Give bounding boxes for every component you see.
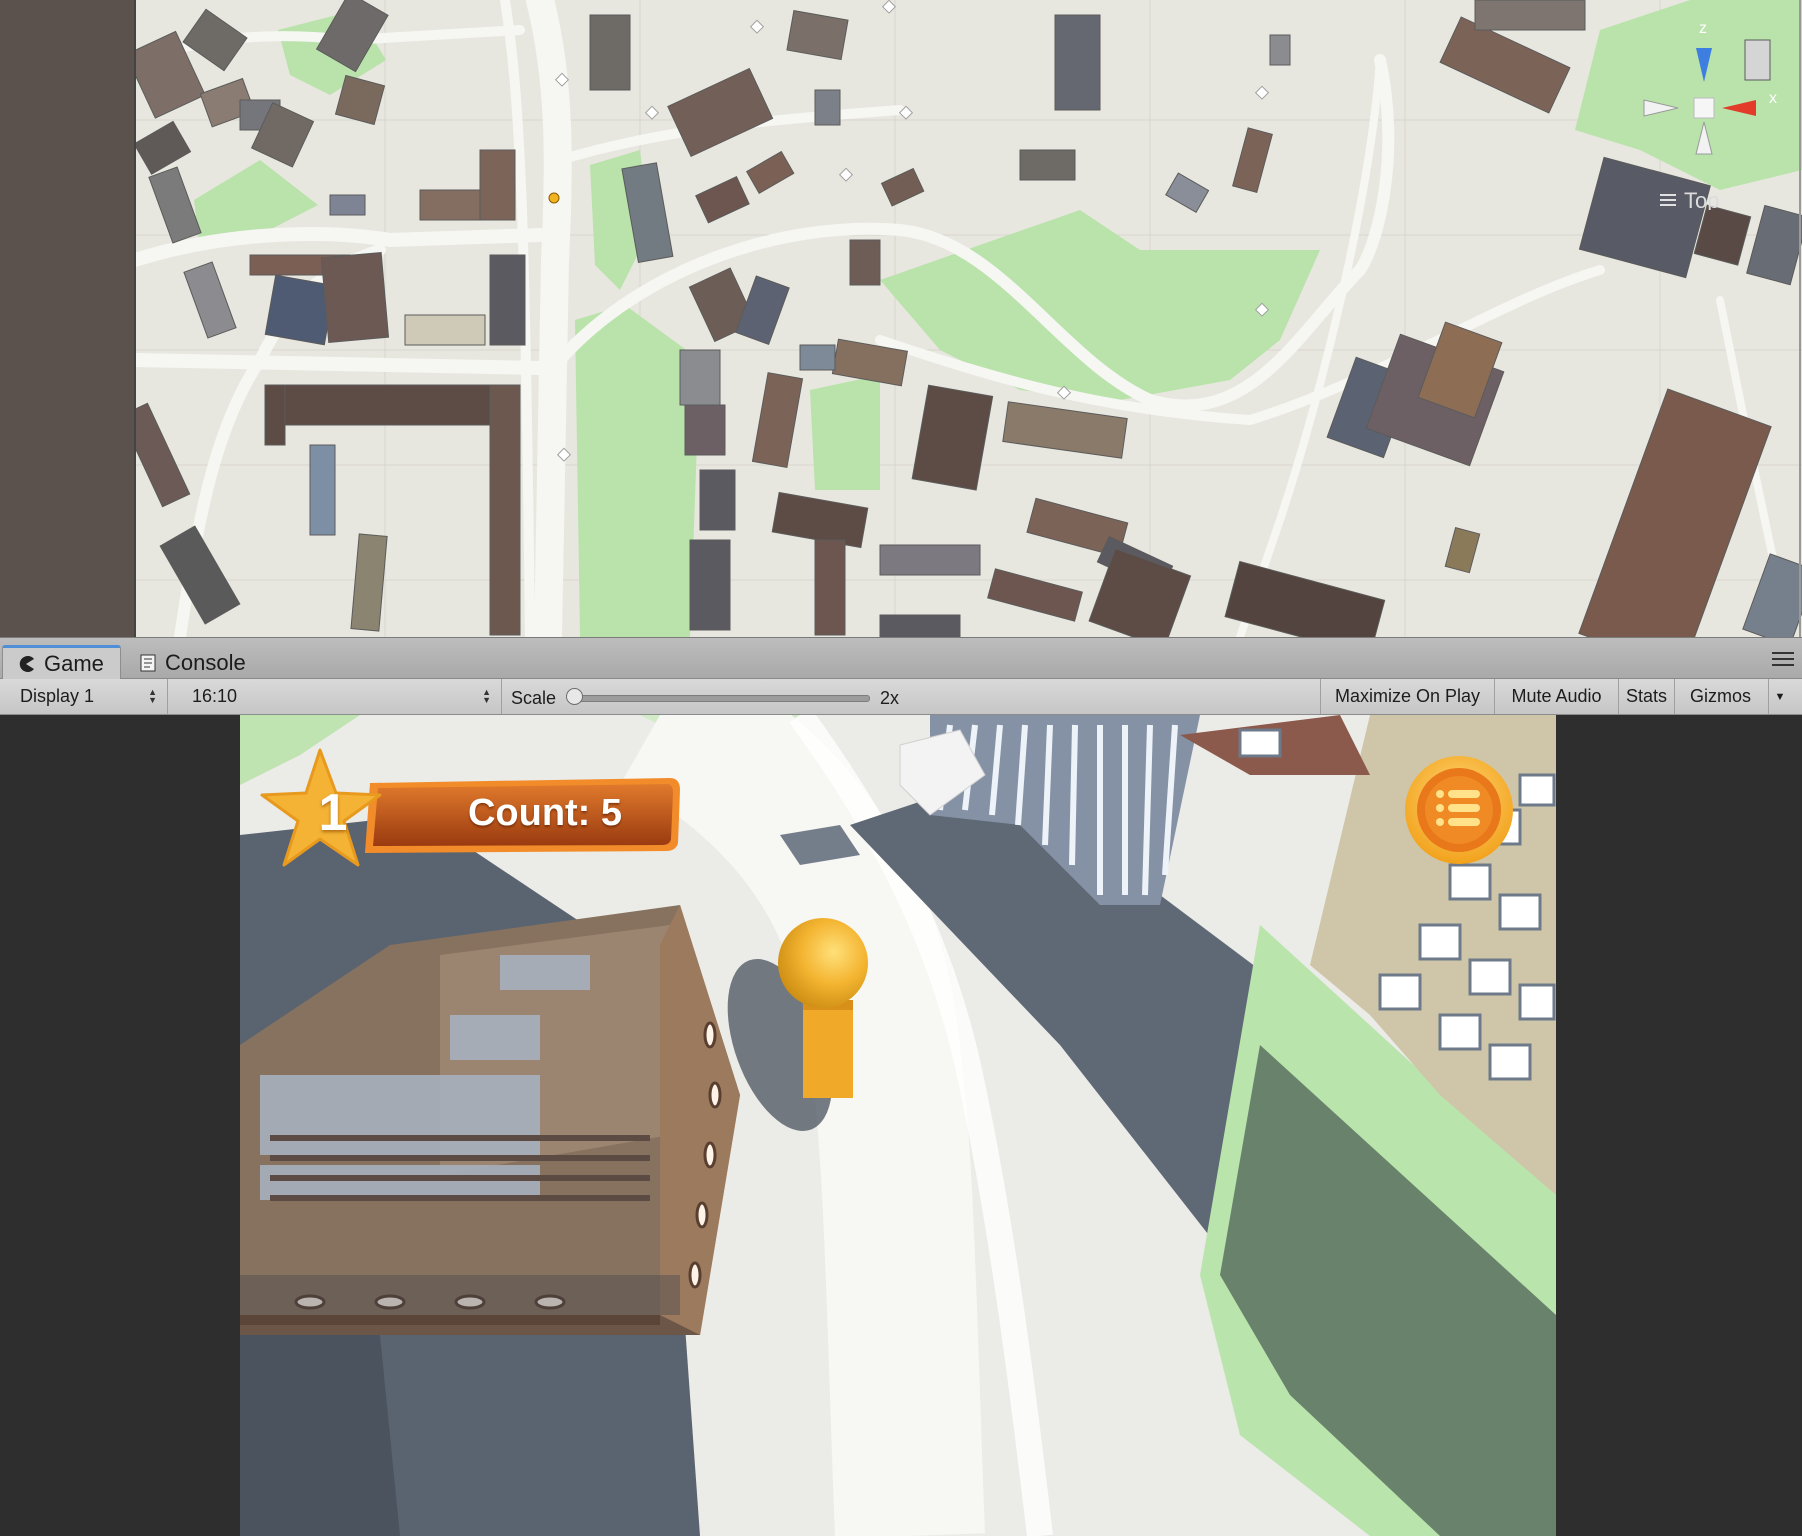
level-number: 1 xyxy=(318,784,348,842)
scale-label: Scale xyxy=(511,688,557,708)
tab-console-label: Console xyxy=(165,649,246,675)
orientation-gizmo[interactable]: z x Top xyxy=(1636,20,1796,210)
z-axis-label: z xyxy=(1699,20,1707,37)
console-icon xyxy=(140,654,156,671)
neg-y-axis-cone-icon[interactable] xyxy=(1695,121,1713,155)
z-axis-cone-icon[interactable] xyxy=(1696,48,1712,82)
pacman-icon xyxy=(19,656,34,672)
x-axis-cone-icon[interactable] xyxy=(1722,100,1756,116)
display-dropdown[interactable]: Display 1 ▲ ▼ xyxy=(8,679,168,714)
count-label: Count: 5 xyxy=(467,791,623,834)
maximize-on-play-button[interactable]: Maximize On Play xyxy=(1320,679,1494,714)
view-label[interactable]: Top xyxy=(1684,188,1719,210)
scale-slider[interactable] xyxy=(572,695,870,702)
scene-map[interactable] xyxy=(0,0,1802,637)
stats-button[interactable]: Stats xyxy=(1618,679,1674,714)
tab-console[interactable]: Console xyxy=(126,645,262,680)
x-axis-label: x xyxy=(1769,90,1777,107)
player-ball xyxy=(778,918,868,1008)
game-canvas[interactable]: 1 Count: 5 xyxy=(240,715,1556,1536)
aspect-value: 16:10 xyxy=(192,686,238,706)
stepper-arrows-icon: ▲ ▼ xyxy=(482,687,491,705)
game-toolbar: Display 1 ▲ ▼ 16:10 ▲ ▼ Scale 2x Maximize … xyxy=(0,679,1802,715)
scale-slider-thumb[interactable] xyxy=(566,688,583,705)
gizmos-dropdown-arrow-icon[interactable]: ▼ xyxy=(1768,679,1791,714)
tab-menu-icon[interactable] xyxy=(1772,652,1794,666)
aspect-dropdown[interactable]: 16:10 ▲ ▼ xyxy=(180,679,502,714)
menu-button[interactable] xyxy=(1404,755,1514,865)
tab-game-label: Game xyxy=(44,651,104,676)
display-value: Display 1 xyxy=(20,686,95,706)
scene-view[interactable]: z x Top xyxy=(0,0,1802,637)
stepper-arrows-icon: ▲ ▼ xyxy=(148,687,157,705)
neg-x-axis-cone-icon[interactable] xyxy=(1643,99,1679,117)
tab-game[interactable]: Game xyxy=(2,645,121,680)
panel-tab-bar: Game Console xyxy=(0,637,1802,680)
center-cube-icon[interactable] xyxy=(1693,97,1715,119)
mute-audio-button[interactable]: Mute Audio xyxy=(1494,679,1618,714)
scale-value: 2x xyxy=(880,688,900,708)
game-view: 1 Count: 5 xyxy=(0,715,1802,1536)
player-body xyxy=(803,1000,853,1098)
